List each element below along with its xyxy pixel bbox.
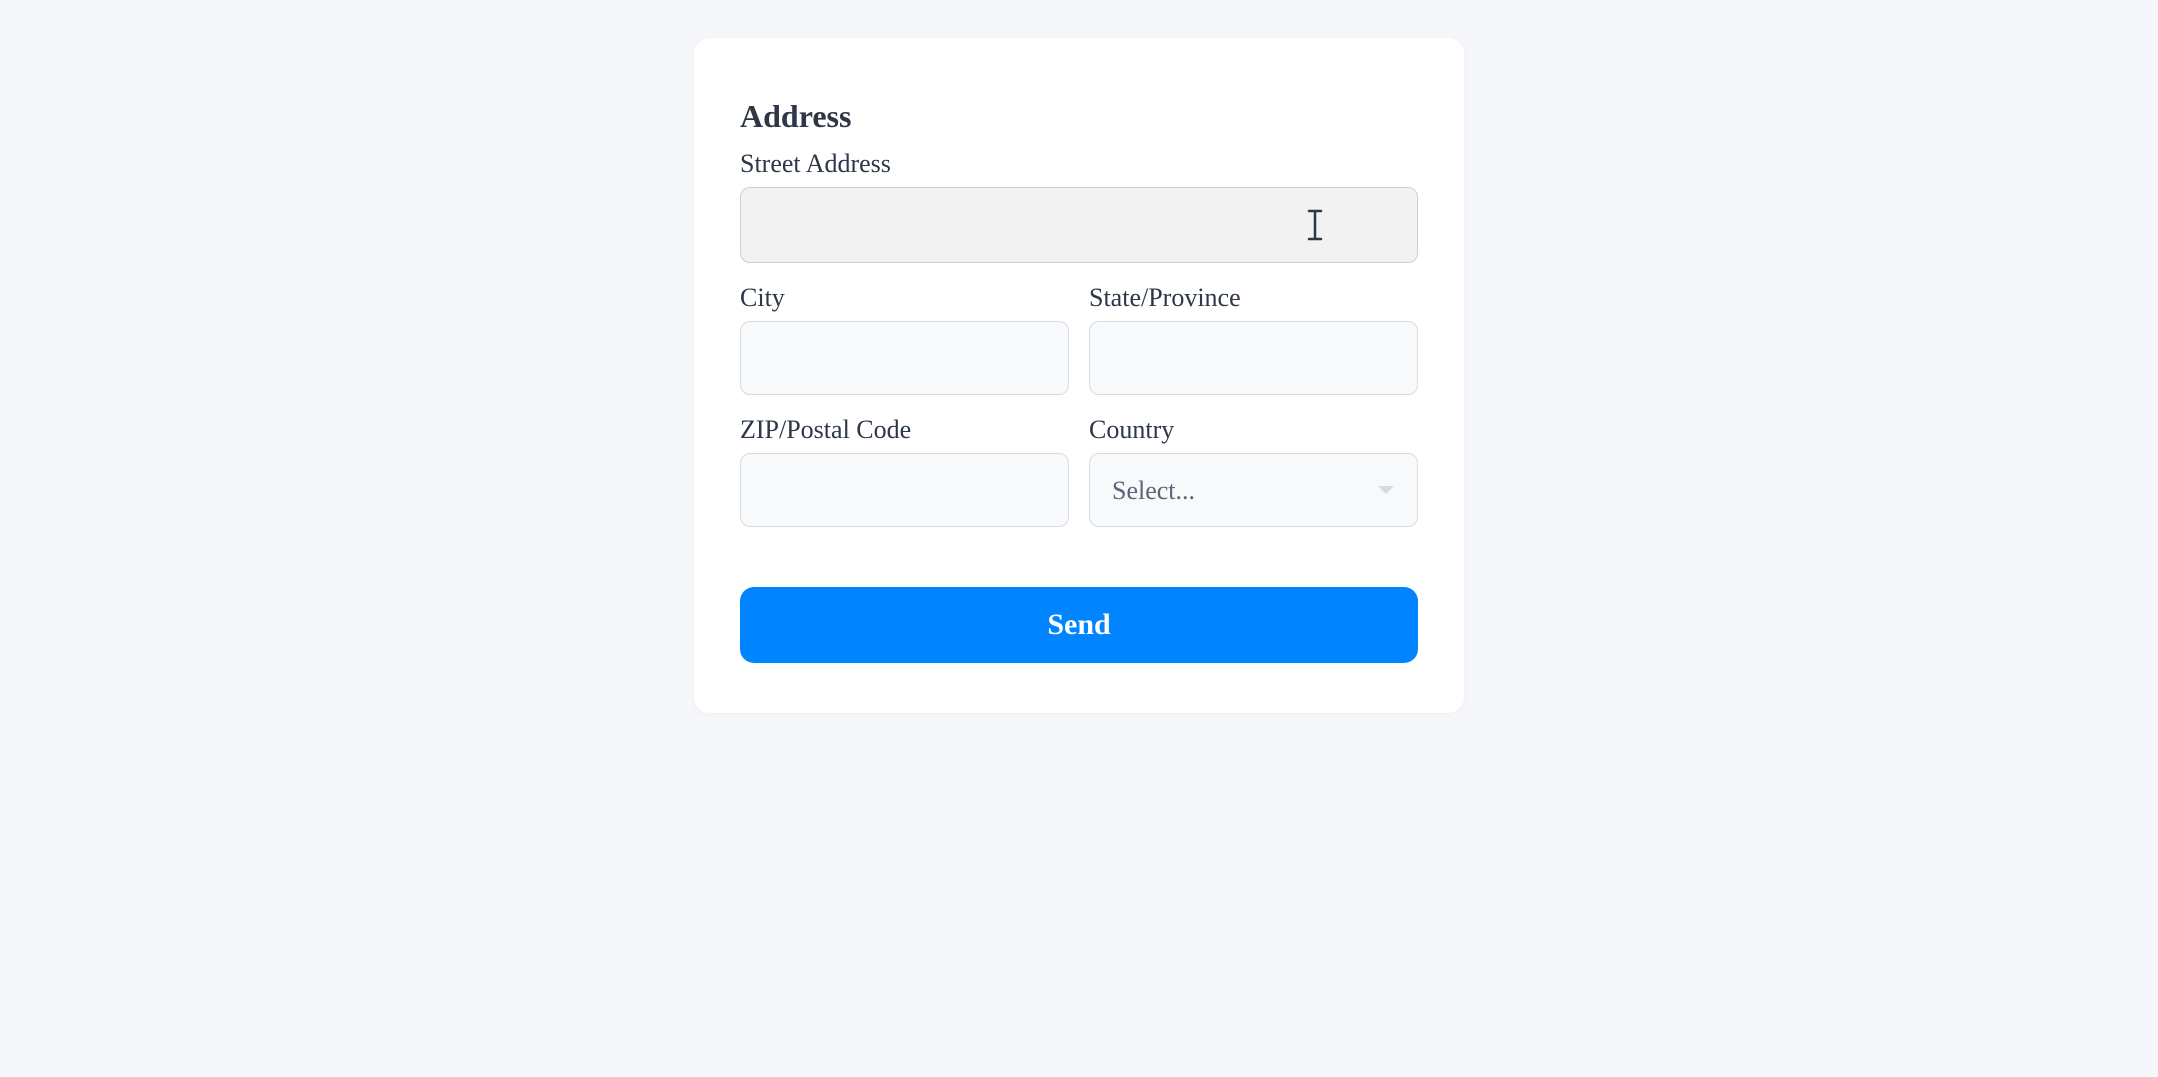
city-label: City xyxy=(740,283,1069,313)
zip-label: ZIP/Postal Code xyxy=(740,415,1069,445)
country-select-wrapper: Select... xyxy=(1089,453,1418,527)
state-group: State/Province xyxy=(1089,283,1418,395)
street-address-input[interactable] xyxy=(740,187,1418,263)
country-label: Country xyxy=(1089,415,1418,445)
city-input[interactable] xyxy=(740,321,1069,395)
street-address-input-wrapper xyxy=(740,187,1418,263)
zip-group: ZIP/Postal Code xyxy=(740,415,1069,527)
state-input[interactable] xyxy=(1089,321,1418,395)
state-label: State/Province xyxy=(1089,283,1418,313)
city-state-row: City State/Province xyxy=(740,283,1418,395)
zip-country-row: ZIP/Postal Code Country Select... xyxy=(740,415,1418,527)
city-group: City xyxy=(740,283,1069,395)
country-group: Country Select... xyxy=(1089,415,1418,527)
street-address-label: Street Address xyxy=(740,149,1418,179)
send-button[interactable]: Send xyxy=(740,587,1418,663)
form-title: Address xyxy=(740,98,1418,135)
zip-input[interactable] xyxy=(740,453,1069,527)
street-address-group: Street Address xyxy=(740,149,1418,263)
country-select[interactable]: Select... xyxy=(1089,453,1418,527)
address-form-card: Address Street Address City State/Provin… xyxy=(694,38,1464,713)
